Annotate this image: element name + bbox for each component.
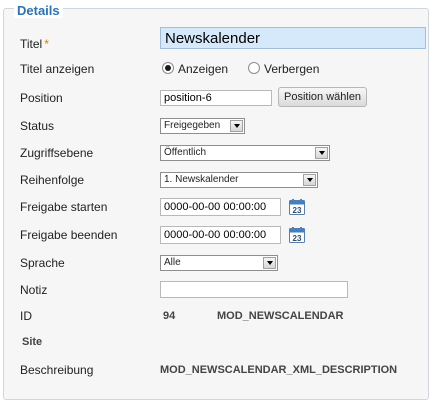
freigabe-starten-input[interactable] bbox=[160, 198, 281, 216]
sprache-select-value: Alle bbox=[164, 257, 181, 268]
position-input[interactable] bbox=[160, 90, 272, 106]
id-label: ID bbox=[20, 309, 32, 323]
position-waehlen-button[interactable]: Position wählen bbox=[278, 87, 368, 107]
sprache-select[interactable]: Alle bbox=[160, 255, 278, 271]
details-legend: Details bbox=[14, 3, 63, 18]
chevron-down-icon bbox=[315, 147, 328, 159]
module-name: MOD_NEWSCALENDAR bbox=[217, 310, 344, 322]
radio-verbergen[interactable] bbox=[248, 62, 260, 74]
notiz-label: Notiz bbox=[20, 283, 48, 297]
status-select-value: Freigegeben bbox=[164, 120, 221, 131]
reihenfolge-select[interactable]: 1. Newskalender bbox=[160, 172, 318, 188]
titel-label: Titel * bbox=[20, 37, 49, 51]
freigabe-beenden-input[interactable] bbox=[160, 226, 281, 244]
radio-anzeigen-label: Anzeigen bbox=[178, 62, 229, 76]
chevron-down-icon bbox=[230, 120, 243, 132]
chevron-down-icon bbox=[303, 174, 316, 186]
sprache-label: Sprache bbox=[20, 256, 65, 270]
notiz-input[interactable] bbox=[160, 281, 348, 298]
freigabe-starten-label: Freigabe starten bbox=[20, 200, 108, 214]
radio-verbergen-label: Verbergen bbox=[264, 62, 320, 76]
position-label: Position bbox=[20, 91, 63, 105]
zugriffsebene-label: Zugriffsebene bbox=[20, 146, 94, 160]
reihenfolge-select-value: 1. Newskalender bbox=[164, 174, 239, 185]
calendar-icon[interactable]: 23 bbox=[289, 199, 305, 215]
freigabe-beenden-label: Freigabe beenden bbox=[20, 228, 118, 242]
titel-anzeigen-label: Titel anzeigen bbox=[20, 62, 95, 76]
beschreibung-value: MOD_NEWSCALENDAR_XML_DESCRIPTION bbox=[160, 364, 398, 376]
calendar-icon[interactable]: 23 bbox=[289, 227, 305, 243]
required-mark: * bbox=[44, 37, 49, 51]
chevron-down-icon bbox=[263, 257, 276, 269]
zugriffsebene-select-value: Öffentlich bbox=[164, 147, 207, 158]
site-label: Site bbox=[22, 336, 43, 348]
titel-label-text: Titel bbox=[20, 37, 43, 51]
reihenfolge-label: Reihenfolge bbox=[20, 173, 85, 187]
status-label: Status bbox=[20, 119, 55, 133]
zugriffsebene-select[interactable]: Öffentlich bbox=[160, 145, 330, 161]
calendar-day: 23 bbox=[293, 206, 302, 215]
id-value: 94 bbox=[163, 310, 176, 322]
radio-anzeigen[interactable] bbox=[162, 62, 174, 74]
status-select[interactable]: Freigegeben bbox=[160, 118, 245, 134]
calendar-day: 23 bbox=[293, 234, 302, 243]
titel-input[interactable] bbox=[160, 27, 426, 49]
beschreibung-label: Beschreibung bbox=[20, 363, 94, 377]
